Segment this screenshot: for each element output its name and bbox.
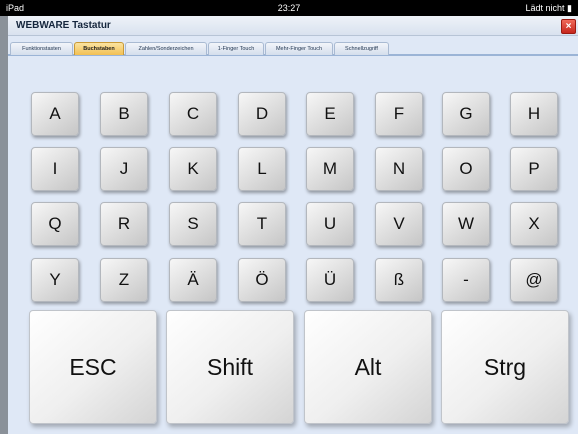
shift-key[interactable]: Shift [166,310,294,424]
key-j[interactable]: J [100,147,148,191]
tab-bar: Funktionstasten Buchstaben Zahlen/Sonder… [8,40,578,56]
status-bar: iPad 23:27 Lädt nicht ▮ [0,0,578,16]
key-i[interactable]: I [31,147,79,191]
keyboard-panel: A B C D E F G H I J K L M N O P Q R S T … [8,56,578,434]
window-titlebar: WEBWARE Tastatur × [8,16,578,36]
tab-1-finger-touch[interactable]: 1-Finger Touch [208,42,264,55]
key-v[interactable]: V [375,202,423,246]
key-f[interactable]: F [375,92,423,136]
key-w[interactable]: W [442,202,490,246]
key-q[interactable]: Q [31,202,79,246]
close-icon[interactable]: × [561,19,576,34]
esc-key[interactable]: ESC [29,310,157,424]
key-o[interactable]: O [442,147,490,191]
key-m[interactable]: M [306,147,354,191]
window-title: WEBWARE Tastatur [16,20,111,31]
key-y[interactable]: Y [31,258,79,302]
key-n[interactable]: N [375,147,423,191]
key-s[interactable]: S [169,202,217,246]
battery-status: Lädt nicht ▮ [525,3,572,13]
key-t[interactable]: T [238,202,286,246]
tab-zahlen-sonderzeichen[interactable]: Zahlen/Sonderzeichen [125,42,207,55]
keyboard-window: WEBWARE Tastatur × Funktionstasten Buchs… [8,16,578,434]
key-h[interactable]: H [510,92,558,136]
key-c[interactable]: C [169,92,217,136]
key-sz[interactable]: ß [375,258,423,302]
key-ue[interactable]: Ü [306,258,354,302]
key-oe[interactable]: Ö [238,258,286,302]
key-x[interactable]: X [510,202,558,246]
key-k[interactable]: K [169,147,217,191]
tab-buchstaben[interactable]: Buchstaben [74,42,124,55]
key-a[interactable]: A [31,92,79,136]
key-at[interactable]: @ [510,258,558,302]
key-l[interactable]: L [238,147,286,191]
window-edge [0,16,8,434]
tab-mehr-finger-touch[interactable]: Mehr-Finger Touch [265,42,333,55]
key-ae[interactable]: Ä [169,258,217,302]
clock: 23:27 [277,3,301,13]
key-b[interactable]: B [100,92,148,136]
key-d[interactable]: D [238,92,286,136]
key-u[interactable]: U [306,202,354,246]
key-dash[interactable]: - [442,258,490,302]
strg-key[interactable]: Strg [441,310,569,424]
tab-schnellzugriff[interactable]: Schnellzugriff [334,42,389,55]
key-z[interactable]: Z [100,258,148,302]
key-g[interactable]: G [442,92,490,136]
key-e[interactable]: E [306,92,354,136]
key-r[interactable]: R [100,202,148,246]
tab-funktionstasten[interactable]: Funktionstasten [10,42,73,55]
key-p[interactable]: P [510,147,558,191]
alt-key[interactable]: Alt [304,310,432,424]
